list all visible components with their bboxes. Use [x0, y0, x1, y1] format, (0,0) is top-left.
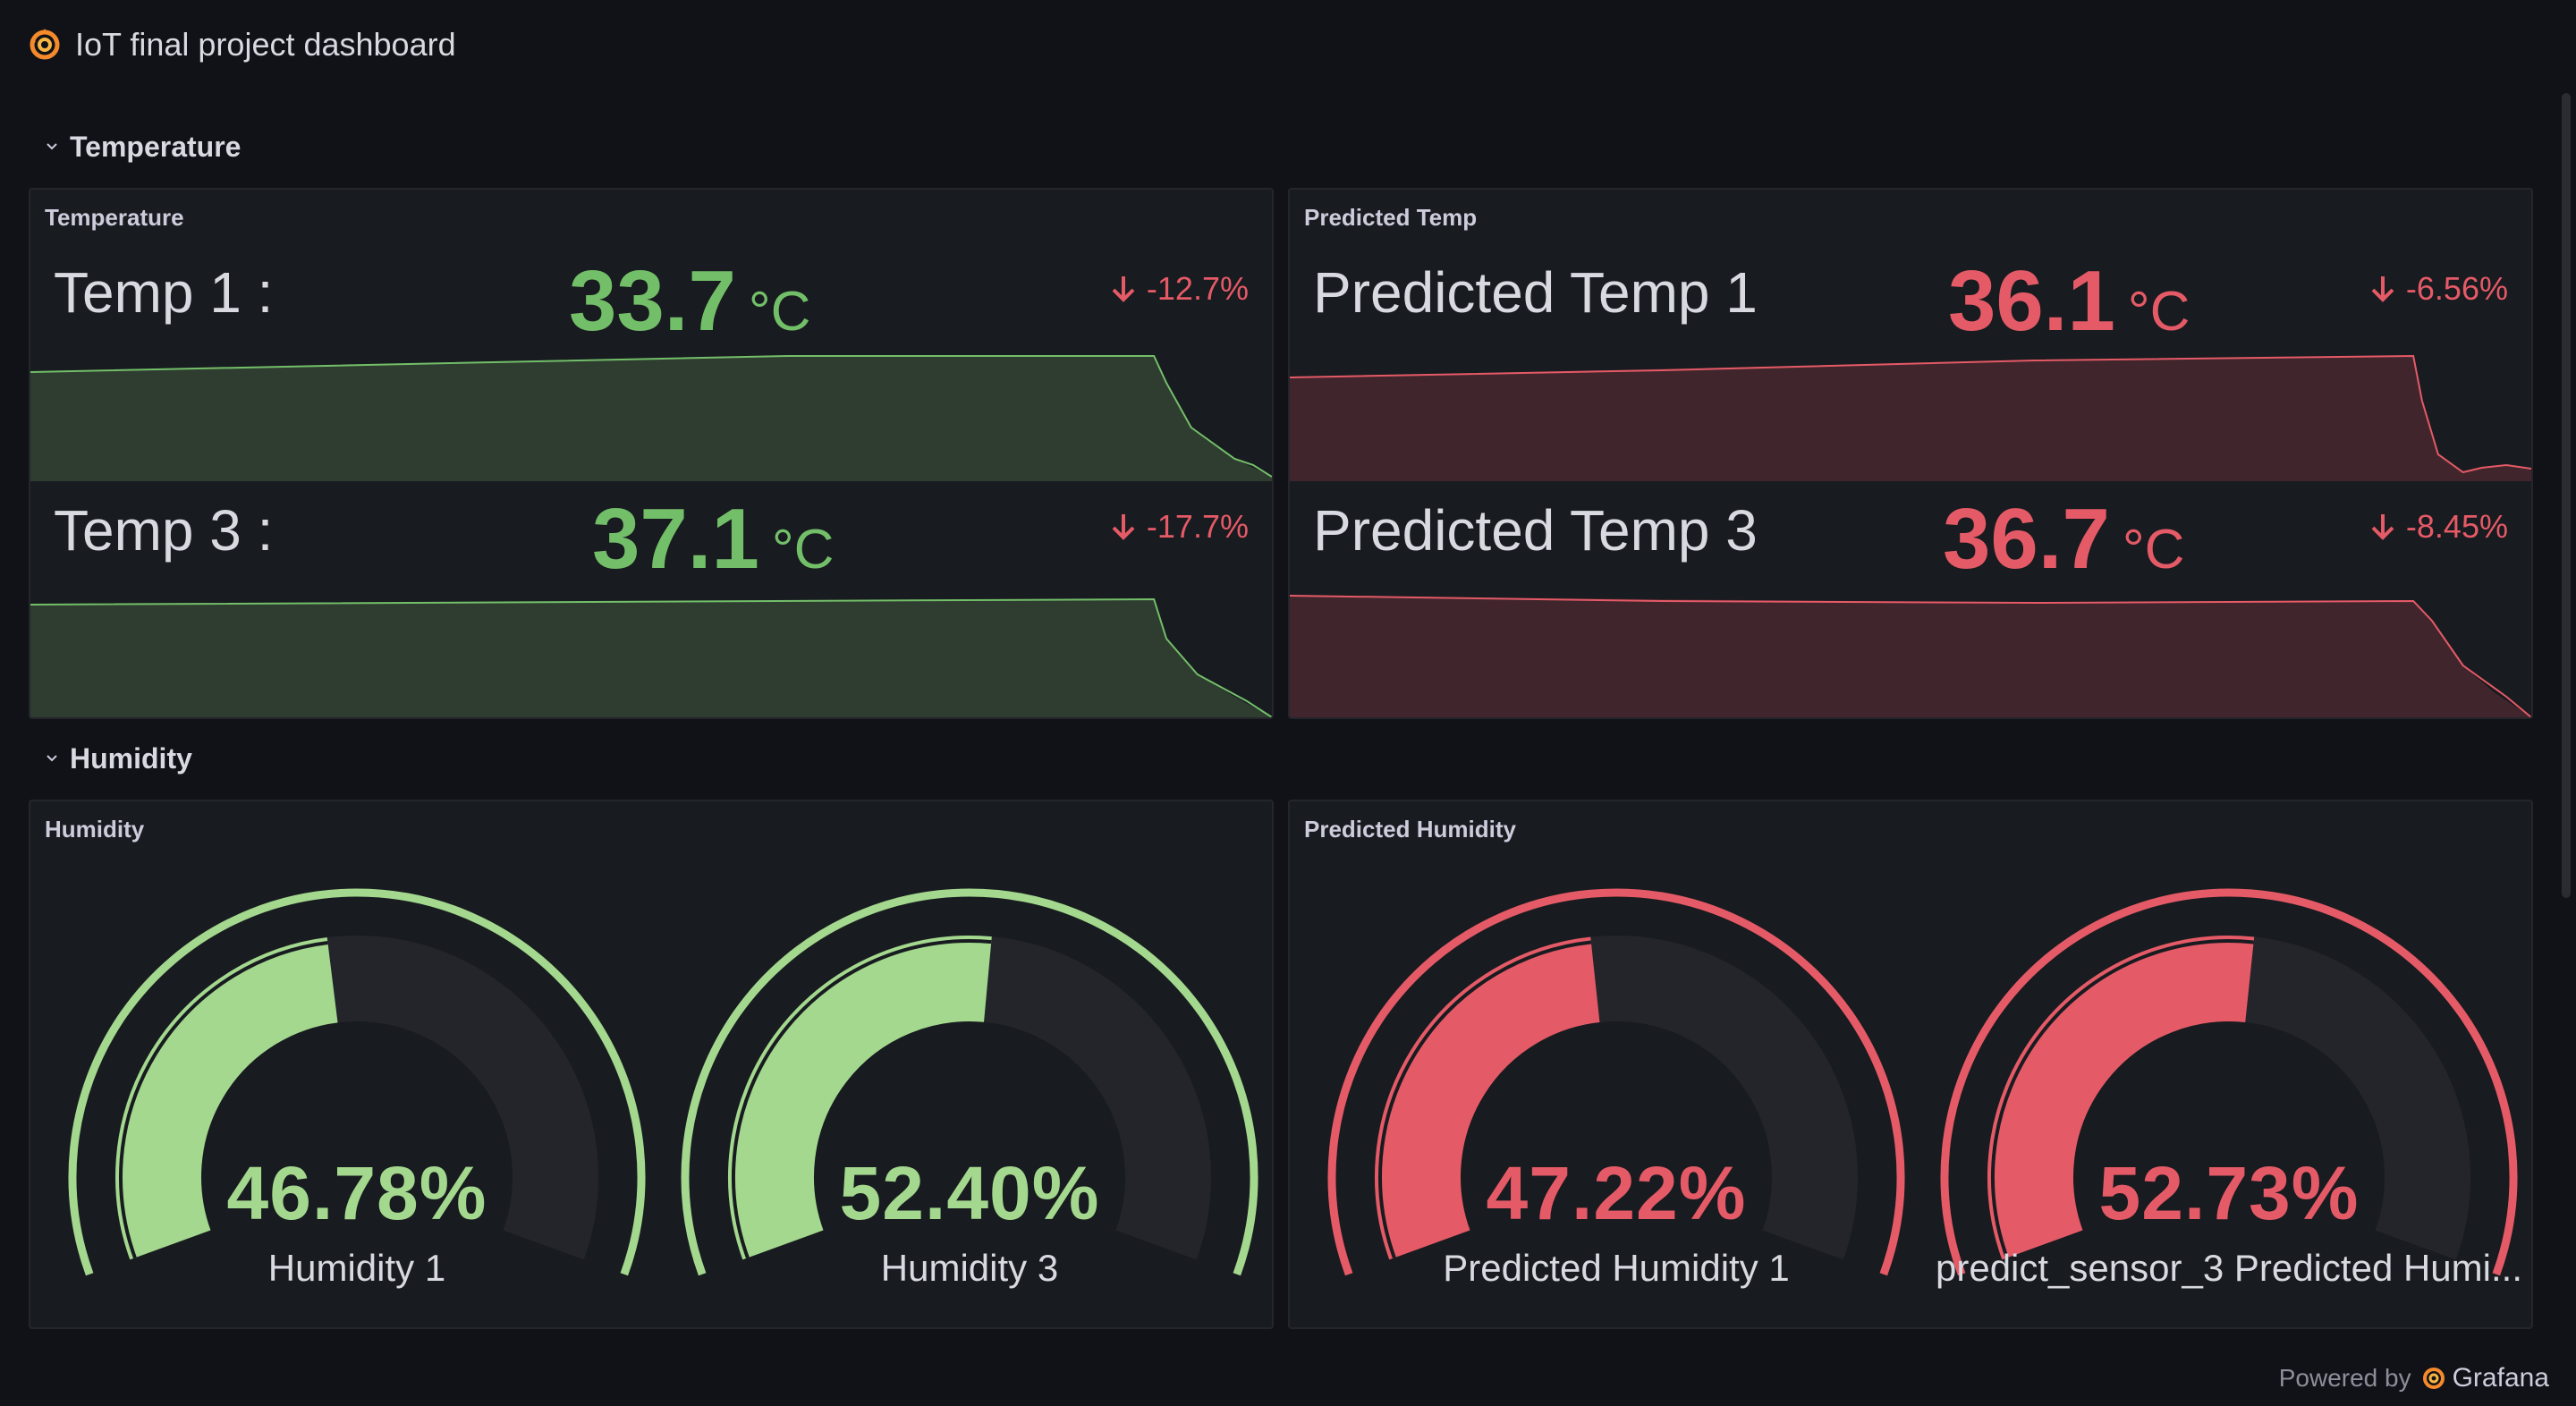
dashboard-title[interactable]: IoT final project dashboard — [75, 26, 456, 64]
gauge-predicted-humidity-1[interactable]: 47.22% Predicted Humidity 1 — [1321, 882, 1911, 1327]
panel-temperature: Temperature Temp 1 : 33.7 °C -12.7% Temp … — [29, 188, 1274, 719]
arrow-down-icon — [2371, 514, 2394, 540]
grafana-logo-icon — [2422, 1368, 2445, 1389]
stat-value: 37.1 °C — [592, 490, 834, 589]
panel-title[interactable]: Temperature — [45, 204, 184, 232]
stat-change-value: -8.45% — [2405, 508, 2508, 545]
gauge-label: Humidity 3 — [880, 1247, 1059, 1289]
gauge-value: 52.73% — [2098, 1151, 2360, 1235]
chevron-down-icon — [47, 755, 57, 762]
panel-humidity: Humidity 46.78% Humidity 1 52.40% Humidi… — [29, 800, 1274, 1329]
sparkline-temp-3 — [30, 585, 1272, 717]
chevron-down-icon — [47, 143, 57, 150]
panel-predicted-humidity: Predicted Humidity 47.22% Predicted Humi… — [1288, 800, 2533, 1329]
gauge-value: 47.22% — [1486, 1151, 1747, 1235]
stat-name: Predicted Temp 1 — [1313, 260, 1758, 325]
stat-change: -17.7% — [1109, 508, 1249, 546]
stat-number: 36.7 — [1943, 491, 2110, 587]
stat-name: Temp 3 : — [54, 498, 274, 563]
grafana-brand-link[interactable]: Grafana — [2420, 1363, 2549, 1393]
gauge-value: 46.78% — [226, 1151, 487, 1235]
stat-value: 36.7 °C — [1943, 490, 2184, 589]
stat-temp-3[interactable]: Temp 3 : 37.1 °C -17.7% — [30, 481, 1272, 717]
page-scrollbar[interactable] — [2562, 93, 2571, 898]
gauge-label: predict_sensor_3 Predicted Humi... — [1936, 1247, 2522, 1289]
gauge-label: Humidity 1 — [267, 1247, 446, 1289]
stat-predicted-temp-1[interactable]: Predicted Temp 1 36.1 °C -6.56% — [1290, 243, 2531, 481]
panel-title[interactable]: Humidity — [45, 816, 144, 843]
stat-unit: °C — [2122, 519, 2185, 580]
panel-title[interactable]: Predicted Humidity — [1304, 816, 1516, 843]
gauge-humidity-3[interactable]: 52.40% Humidity 3 — [674, 882, 1265, 1327]
stat-change-value: -17.7% — [1146, 508, 1249, 545]
stat-change-value: -12.7% — [1146, 270, 1249, 307]
row-title: Humidity — [70, 741, 192, 775]
stat-change-value: -6.56% — [2405, 270, 2508, 307]
gauge-predicted-humidity-3[interactable]: 52.73% predict_sensor_3 Predicted Humi..… — [1934, 882, 2524, 1327]
sparkline-predicted-temp-1 — [1290, 347, 2531, 481]
stat-change: -12.7% — [1109, 270, 1249, 308]
grafana-logo-icon[interactable] — [27, 27, 63, 63]
stat-number: 36.1 — [1948, 253, 2115, 349]
footer: Powered by Grafana — [2279, 1363, 2549, 1393]
stat-change: -8.45% — [2368, 508, 2508, 546]
stat-change: -6.56% — [2368, 270, 2508, 308]
dashboard-header: IoT final project dashboard — [27, 21, 456, 68]
arrow-down-icon — [1112, 514, 1135, 540]
panel-title[interactable]: Predicted Temp — [1304, 204, 1477, 232]
stat-unit: °C — [771, 519, 835, 580]
stat-number: 33.7 — [569, 253, 736, 349]
stat-value: 33.7 °C — [569, 252, 810, 351]
brand-name: Grafana — [2452, 1363, 2549, 1393]
sparkline-predicted-temp-3 — [1290, 585, 2531, 717]
powered-by-text: Powered by — [2278, 1364, 2411, 1392]
stat-value: 36.1 °C — [1948, 252, 2190, 351]
row-title: Temperature — [70, 130, 242, 163]
gauge-label: Predicted Humidity 1 — [1443, 1247, 1790, 1289]
row-temperature[interactable]: Temperature — [43, 125, 241, 168]
stat-unit: °C — [2127, 281, 2190, 343]
stat-name: Temp 1 : — [54, 260, 274, 325]
gauge-humidity-1[interactable]: 46.78% Humidity 1 — [62, 882, 652, 1327]
stat-temp-1[interactable]: Temp 1 : 33.7 °C -12.7% — [30, 243, 1272, 481]
gauge-value: 52.40% — [839, 1151, 1100, 1235]
stat-number: 37.1 — [592, 491, 759, 587]
row-humidity[interactable]: Humidity — [43, 737, 192, 780]
sparkline-temp-1 — [30, 347, 1272, 481]
arrow-down-icon — [1112, 276, 1135, 302]
arrow-down-icon — [2371, 276, 2394, 302]
stat-predicted-temp-3[interactable]: Predicted Temp 3 36.7 °C -8.45% — [1290, 481, 2531, 717]
stat-name: Predicted Temp 3 — [1313, 498, 1758, 563]
stat-unit: °C — [748, 281, 811, 343]
panel-predicted-temp: Predicted Temp Predicted Temp 1 36.1 °C -… — [1288, 188, 2533, 719]
